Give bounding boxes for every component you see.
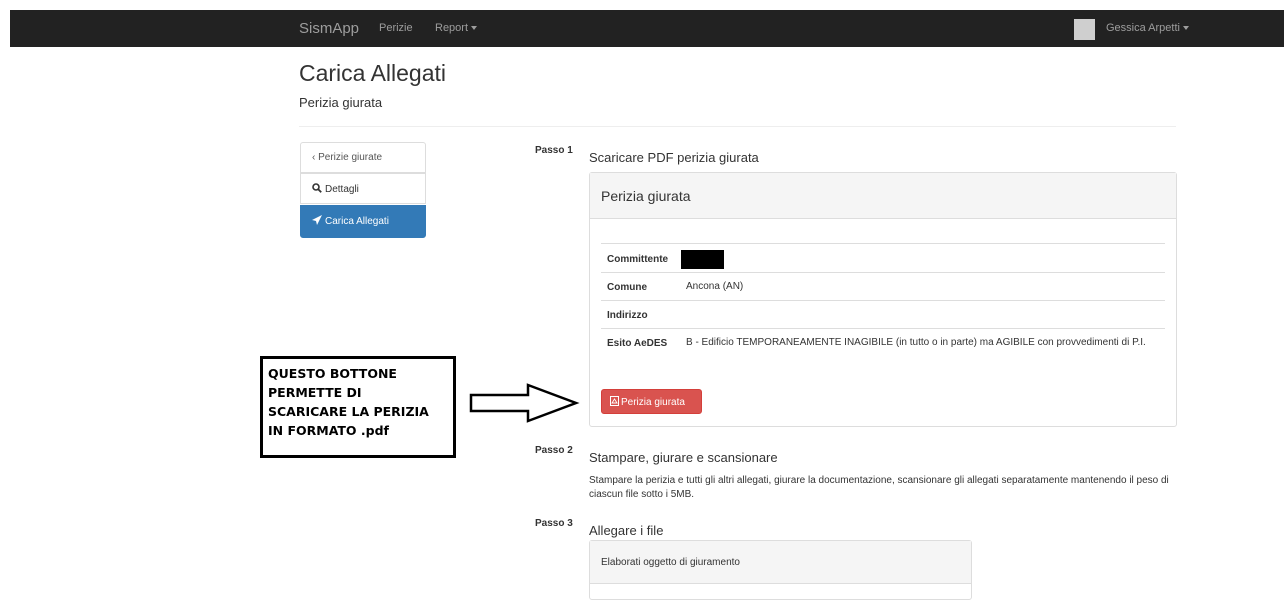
brand-logo[interactable]: SismApp: [299, 20, 359, 37]
step-1-title: Scaricare PDF perizia giurata: [589, 150, 759, 165]
annotation-line: IN FORMATO .pdf: [268, 423, 389, 438]
download-pdf-button[interactable]: Perizia giurata: [601, 389, 702, 414]
step-3-title: Allegare i file: [589, 523, 664, 538]
panel-title: Perizia giurata: [601, 188, 691, 204]
row-divider: [601, 243, 1165, 244]
sidebar-item-perizie-giurate[interactable]: ‹ Perizie giurate: [300, 142, 426, 173]
search-icon: [312, 183, 322, 193]
panel-heading: Elaborati oggetto di giuramento: [590, 541, 971, 584]
panel-heading: Perizia giurata: [590, 173, 1176, 219]
sidebar-item-dettagli[interactable]: Dettagli: [300, 173, 426, 204]
page-title: Carica Allegati: [299, 60, 447, 86]
row-key-comune: Comune: [607, 282, 647, 293]
step-3-label: Passo 3: [535, 518, 573, 529]
step-1-label: Passo 1: [535, 145, 573, 156]
row-value-esito: B - Edificio TEMPORANEAMENTE INAGIBILE (…: [686, 337, 1146, 348]
arrow-right-icon: [469, 383, 580, 423]
sidebar-item-label: Dettagli: [325, 184, 359, 195]
sidebar-item-label: Carica Allegati: [325, 216, 389, 227]
sidebar-item-label: ‹ Perizie giurate: [312, 152, 383, 163]
redacted-value: [681, 250, 724, 269]
annotation-box: QUESTO BOTTONE PERMETTE DI SCARICARE LA …: [260, 356, 456, 458]
row-divider: [601, 328, 1165, 329]
perizia-panel: Perizia giurata Committente Comune Ancon…: [589, 172, 1177, 427]
step-2-text: Stampare la perizia e tutti gli altri al…: [589, 475, 1169, 500]
row-key-committente: Committente: [607, 254, 669, 265]
pdf-file-icon: [610, 396, 619, 406]
caret-down-icon: [1182, 26, 1189, 31]
nav-report-dropdown[interactable]: Report: [435, 22, 478, 34]
row-value-comune: Ancona (AN): [686, 281, 744, 292]
user-name: Gessica Arpetti: [1106, 22, 1180, 34]
download-pdf-label: Perizia giurata: [621, 397, 685, 408]
row-divider: [601, 300, 1165, 301]
step-2-label: Passo 2: [535, 445, 573, 456]
row-divider: [601, 272, 1165, 273]
annotation-line: PERMETTE DI: [268, 385, 362, 400]
send-icon: [312, 215, 322, 225]
panel-title: Elaborati oggetto di giuramento: [601, 557, 740, 568]
page-subtitle: Perizia giurata: [299, 95, 383, 110]
row-key-esito: Esito AeDES: [607, 338, 668, 349]
annotation-line: QUESTO BOTTONE: [268, 366, 397, 381]
row-key-indirizzo: Indirizzo: [607, 310, 648, 321]
user-menu-dropdown[interactable]: Gessica Arpetti: [1106, 22, 1189, 34]
nav-report-label: Report: [435, 22, 469, 34]
nav-perizie[interactable]: Perizie: [379, 22, 413, 34]
annotation-line: SCARICARE LA PERIZIA: [268, 404, 429, 419]
allegati-panel: Elaborati oggetto di giuramento: [589, 540, 972, 600]
caret-down-icon: [471, 26, 478, 31]
header-divider: [299, 126, 1176, 127]
sidebar-item-carica-allegati[interactable]: Carica Allegati: [300, 205, 426, 238]
step-2-title: Stampare, giurare e scansionare: [589, 450, 778, 465]
top-navbar: SismApp Perizie Report Gessica Arpetti: [10, 10, 1284, 47]
avatar: [1074, 19, 1095, 40]
